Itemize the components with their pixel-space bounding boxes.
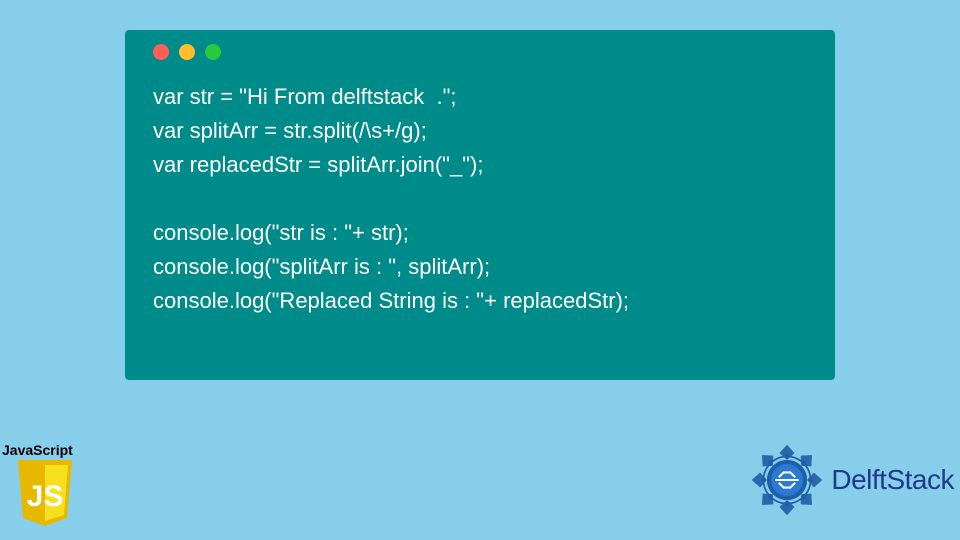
maximize-icon [205,44,221,60]
code-window: var str = "Hi From delftstack ."; var sp… [125,30,835,380]
delftstack-emblem-icon [745,438,829,522]
close-icon [153,44,169,60]
code-blank-line [153,182,807,216]
code-line-7: console.log("Replaced String is : "+ rep… [153,284,807,318]
window-controls [153,44,807,60]
javascript-shield-icon: JS [14,460,76,530]
code-line-3: var replacedStr = splitArr.join("_"); [153,148,807,182]
javascript-logo-label: JavaScript [0,442,90,458]
code-line-5: console.log("str is : "+ str); [153,216,807,250]
code-line-1: var str = "Hi From delftstack ."; [153,80,807,114]
javascript-logo: JavaScript JS [0,442,90,530]
js-shield-text: JS [27,480,64,513]
code-line-6: console.log("splitArr is : ", splitArr); [153,250,807,284]
delftstack-logo-text: DelftStack [831,464,954,496]
code-line-2: var splitArr = str.split(/\s+/g); [153,114,807,148]
delftstack-logo: DelftStack [745,438,954,522]
minimize-icon [179,44,195,60]
